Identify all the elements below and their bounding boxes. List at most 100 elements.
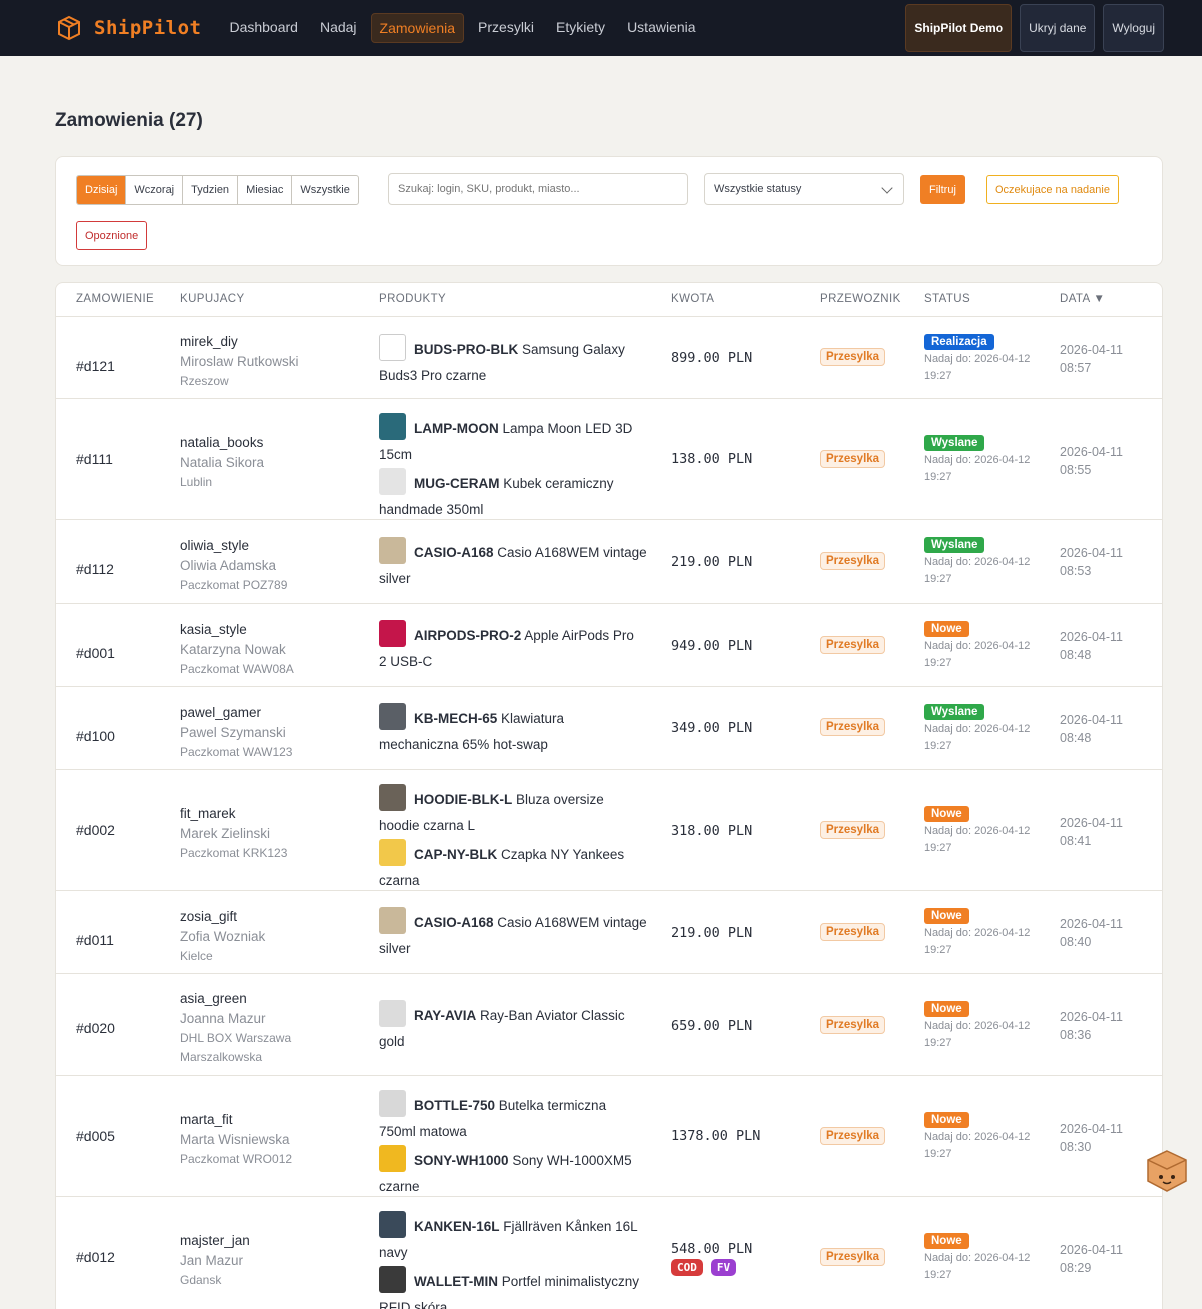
order-id[interactable]: #d020 [76, 1020, 115, 1036]
buyer-login[interactable]: natalia_books [180, 433, 264, 453]
product-item[interactable]: RAY-AVIA Ray-Ban Aviator Classic [379, 1000, 651, 1029]
order-amount: 1378.00 PLN [671, 1128, 760, 1144]
delayed-button[interactable]: Opoznione [76, 221, 148, 250]
buyer-login[interactable]: zosia_gift [180, 907, 265, 927]
buyer-login[interactable]: majster_jan [180, 1231, 250, 1251]
order-id[interactable]: #d002 [76, 822, 115, 838]
col-carrier[interactable]: PRZEWOZNIK [820, 293, 901, 305]
buyer-info: fit_marek Marek Zielinski Paczkomat KRK123 [180, 804, 287, 863]
table-row[interactable]: #d001 kasia_style Katarzyna Nowak Paczkomat… [56, 604, 1162, 687]
amount-value: 349.00 PLN [671, 720, 753, 736]
order-id[interactable]: #d001 [76, 645, 115, 661]
table-row[interactable]: #d111 natalia_books Natalia Sikora Lublin LA… [56, 399, 1162, 520]
product-thumbnail [379, 334, 406, 361]
nav-link-przesylki[interactable]: Przesylki [470, 13, 542, 43]
logout-button[interactable]: Wyloguj [1103, 4, 1164, 52]
buyer-login[interactable]: pawel_gamer [180, 703, 292, 723]
buyer-location: DHL BOX Warszawa [180, 1031, 292, 1045]
order-id[interactable]: #d012 [76, 1249, 115, 1265]
order-amount: 318.00 PLN [671, 823, 752, 839]
table-row[interactable]: #d011 zosia_gift Zofia Wozniak Kielce CASIO-… [56, 891, 1162, 974]
order-id[interactable]: #d011 [76, 932, 114, 948]
date-range-selector: Dzisiaj Wczoraj Tydzien Miesiac Wszystkie [76, 175, 359, 205]
hide-data-button[interactable]: Ukryj dane [1020, 4, 1096, 52]
nav-link-dashboard[interactable]: Dashboard [221, 13, 306, 43]
order-id[interactable]: #d111 [76, 451, 113, 467]
product-item[interactable]: CASIO-A168 Casio A168WEM vintage [379, 537, 651, 566]
order-id[interactable]: #d112 [76, 561, 114, 577]
buyer-login[interactable]: kasia_style [180, 620, 294, 640]
col-status[interactable]: STATUS [924, 293, 970, 305]
status-badge: Wyslane [924, 435, 985, 451]
range-miesiac[interactable]: Miesiac [237, 176, 291, 204]
product-item[interactable]: CAP-NY-BLK Czapka NY Yankees [379, 839, 651, 868]
range-wczoraj[interactable]: Wczoraj [125, 176, 182, 204]
product-desc-cont: hoodie czarna L [379, 818, 476, 833]
order-id[interactable]: #d005 [76, 1128, 115, 1144]
buyer-login[interactable]: asia_green [180, 989, 291, 1009]
product-item[interactable]: LAMP-MOON Lampa Moon LED 3D [379, 413, 651, 442]
table-row[interactable]: #d020 asia_green Joanna Mazur DHL BOX Warsz… [56, 974, 1162, 1076]
product-item[interactable]: KANKEN-16L Fjällräven Kånken 16L [379, 1211, 651, 1240]
col-amount[interactable]: KWOTA [671, 293, 714, 305]
table-row[interactable]: #d121 mirek_diy Miroslaw Rutkowski Rzeszow B… [56, 317, 1162, 399]
col-order[interactable]: ZAMOWIENIE [76, 293, 154, 305]
buyer-login[interactable]: mirek_diy [180, 332, 299, 352]
buyer-login[interactable]: oliwia_style [180, 536, 287, 556]
product-item[interactable]: WALLET-MIN Portfel minimalistyczny [379, 1266, 651, 1295]
buyer-name: Pawel Szymanski [180, 725, 286, 740]
range-dzisiaj[interactable]: Dzisiaj [77, 176, 126, 204]
status-cell: Wyslane Nadaj do: 2026-04-12 19:27 [924, 703, 1030, 754]
nav-link-ustawienia[interactable]: Ustawienia [619, 13, 703, 43]
awaiting-shipment-button[interactable]: Oczekujace na nadanie [986, 175, 1119, 204]
product-thumbnail [379, 1000, 406, 1027]
table-row[interactable]: #d005 marta_fit Marta Wisniewska Paczkomat … [56, 1076, 1162, 1197]
nav-link-nadaj[interactable]: Nadaj [312, 13, 365, 43]
buyer-login[interactable]: marta_fit [180, 1110, 292, 1130]
carrier-badge: Przesylka [820, 1248, 886, 1266]
demo-account-button[interactable]: ShipPilot Demo [905, 4, 1013, 52]
order-id[interactable]: #d121 [76, 358, 115, 374]
products-cell: KANKEN-16L Fjällräven Kånken 16L navy WALL… [379, 1211, 651, 1309]
product-item[interactable]: MUG-CERAM Kubek ceramiczny [379, 468, 651, 497]
product-item[interactable]: BUDS-PRO-BLK Samsung Galaxy [379, 334, 651, 363]
product-sku: HOODIE-BLK-L [414, 792, 513, 807]
tag-fv: FV [710, 1259, 737, 1276]
status-badge: Nowe [924, 1001, 969, 1017]
brand[interactable]: ShipPilot [56, 15, 201, 41]
amount-value: 138.00 PLN [671, 451, 753, 467]
status-badge: Wyslane [924, 537, 985, 553]
nav-link-etykiety[interactable]: Etykiety [548, 13, 613, 43]
order-amount: 659.00 PLN [671, 1018, 752, 1034]
product-item[interactable]: BOTTLE-750 Butelka termiczna [379, 1090, 651, 1119]
date-line: 2026-04-11 [1060, 546, 1124, 560]
range-wszystkie[interactable]: Wszystkie [291, 176, 358, 204]
filter-button[interactable]: Filtruj [920, 175, 965, 204]
product-desc-cont: 750ml matowa [379, 1124, 467, 1139]
buyer-location: Paczkomat POZ789 [180, 578, 288, 592]
table-row[interactable]: #d002 fit_marek Marek Zielinski Paczkomat K… [56, 770, 1162, 891]
range-tydzien[interactable]: Tydzien [182, 176, 237, 204]
nav-link-zamowienia[interactable]: Zamowienia [370, 13, 465, 43]
ship-deadline: 19:27 [924, 1037, 952, 1049]
product-item[interactable]: HOODIE-BLK-L Bluza oversize [379, 784, 651, 813]
buyer-login[interactable]: fit_marek [180, 804, 287, 824]
product-sku: RAY-AVIA [414, 1008, 477, 1023]
search-input[interactable] [388, 173, 688, 205]
table-row[interactable]: #d100 pawel_gamer Pawel Szymanski Paczkomat… [56, 687, 1162, 770]
product-item[interactable]: KB-MECH-65 Klawiatura [379, 703, 651, 732]
product-item[interactable]: CASIO-A168 Casio A168WEM vintage [379, 907, 651, 936]
product-item[interactable]: AIRPODS-PRO-2 Apple AirPods Pro [379, 620, 651, 649]
status-select[interactable]: Wszystkie statusy [704, 173, 904, 205]
product-item[interactable]: SONY-WH1000 Sony WH-1000XM5 [379, 1145, 651, 1174]
product-desc-cont: 2 USB-C [379, 654, 433, 669]
col-date[interactable]: DATA ▼ [1060, 293, 1105, 305]
col-products[interactable]: PRODUKTY [379, 293, 446, 305]
order-amount: 949.00 PLN [671, 638, 752, 654]
order-id[interactable]: #d100 [76, 728, 115, 744]
table-row[interactable]: #d012 majster_jan Jan Mazur Gdansk KANKEN-16… [56, 1197, 1162, 1309]
box-mascot-icon[interactable] [1146, 1150, 1188, 1192]
col-buyer[interactable]: KUPUJACY [180, 293, 245, 305]
buyer-name: Oliwia Adamska [180, 558, 277, 573]
table-row[interactable]: #d112 oliwia_style Oliwia Adamska Paczkomat… [56, 520, 1162, 604]
